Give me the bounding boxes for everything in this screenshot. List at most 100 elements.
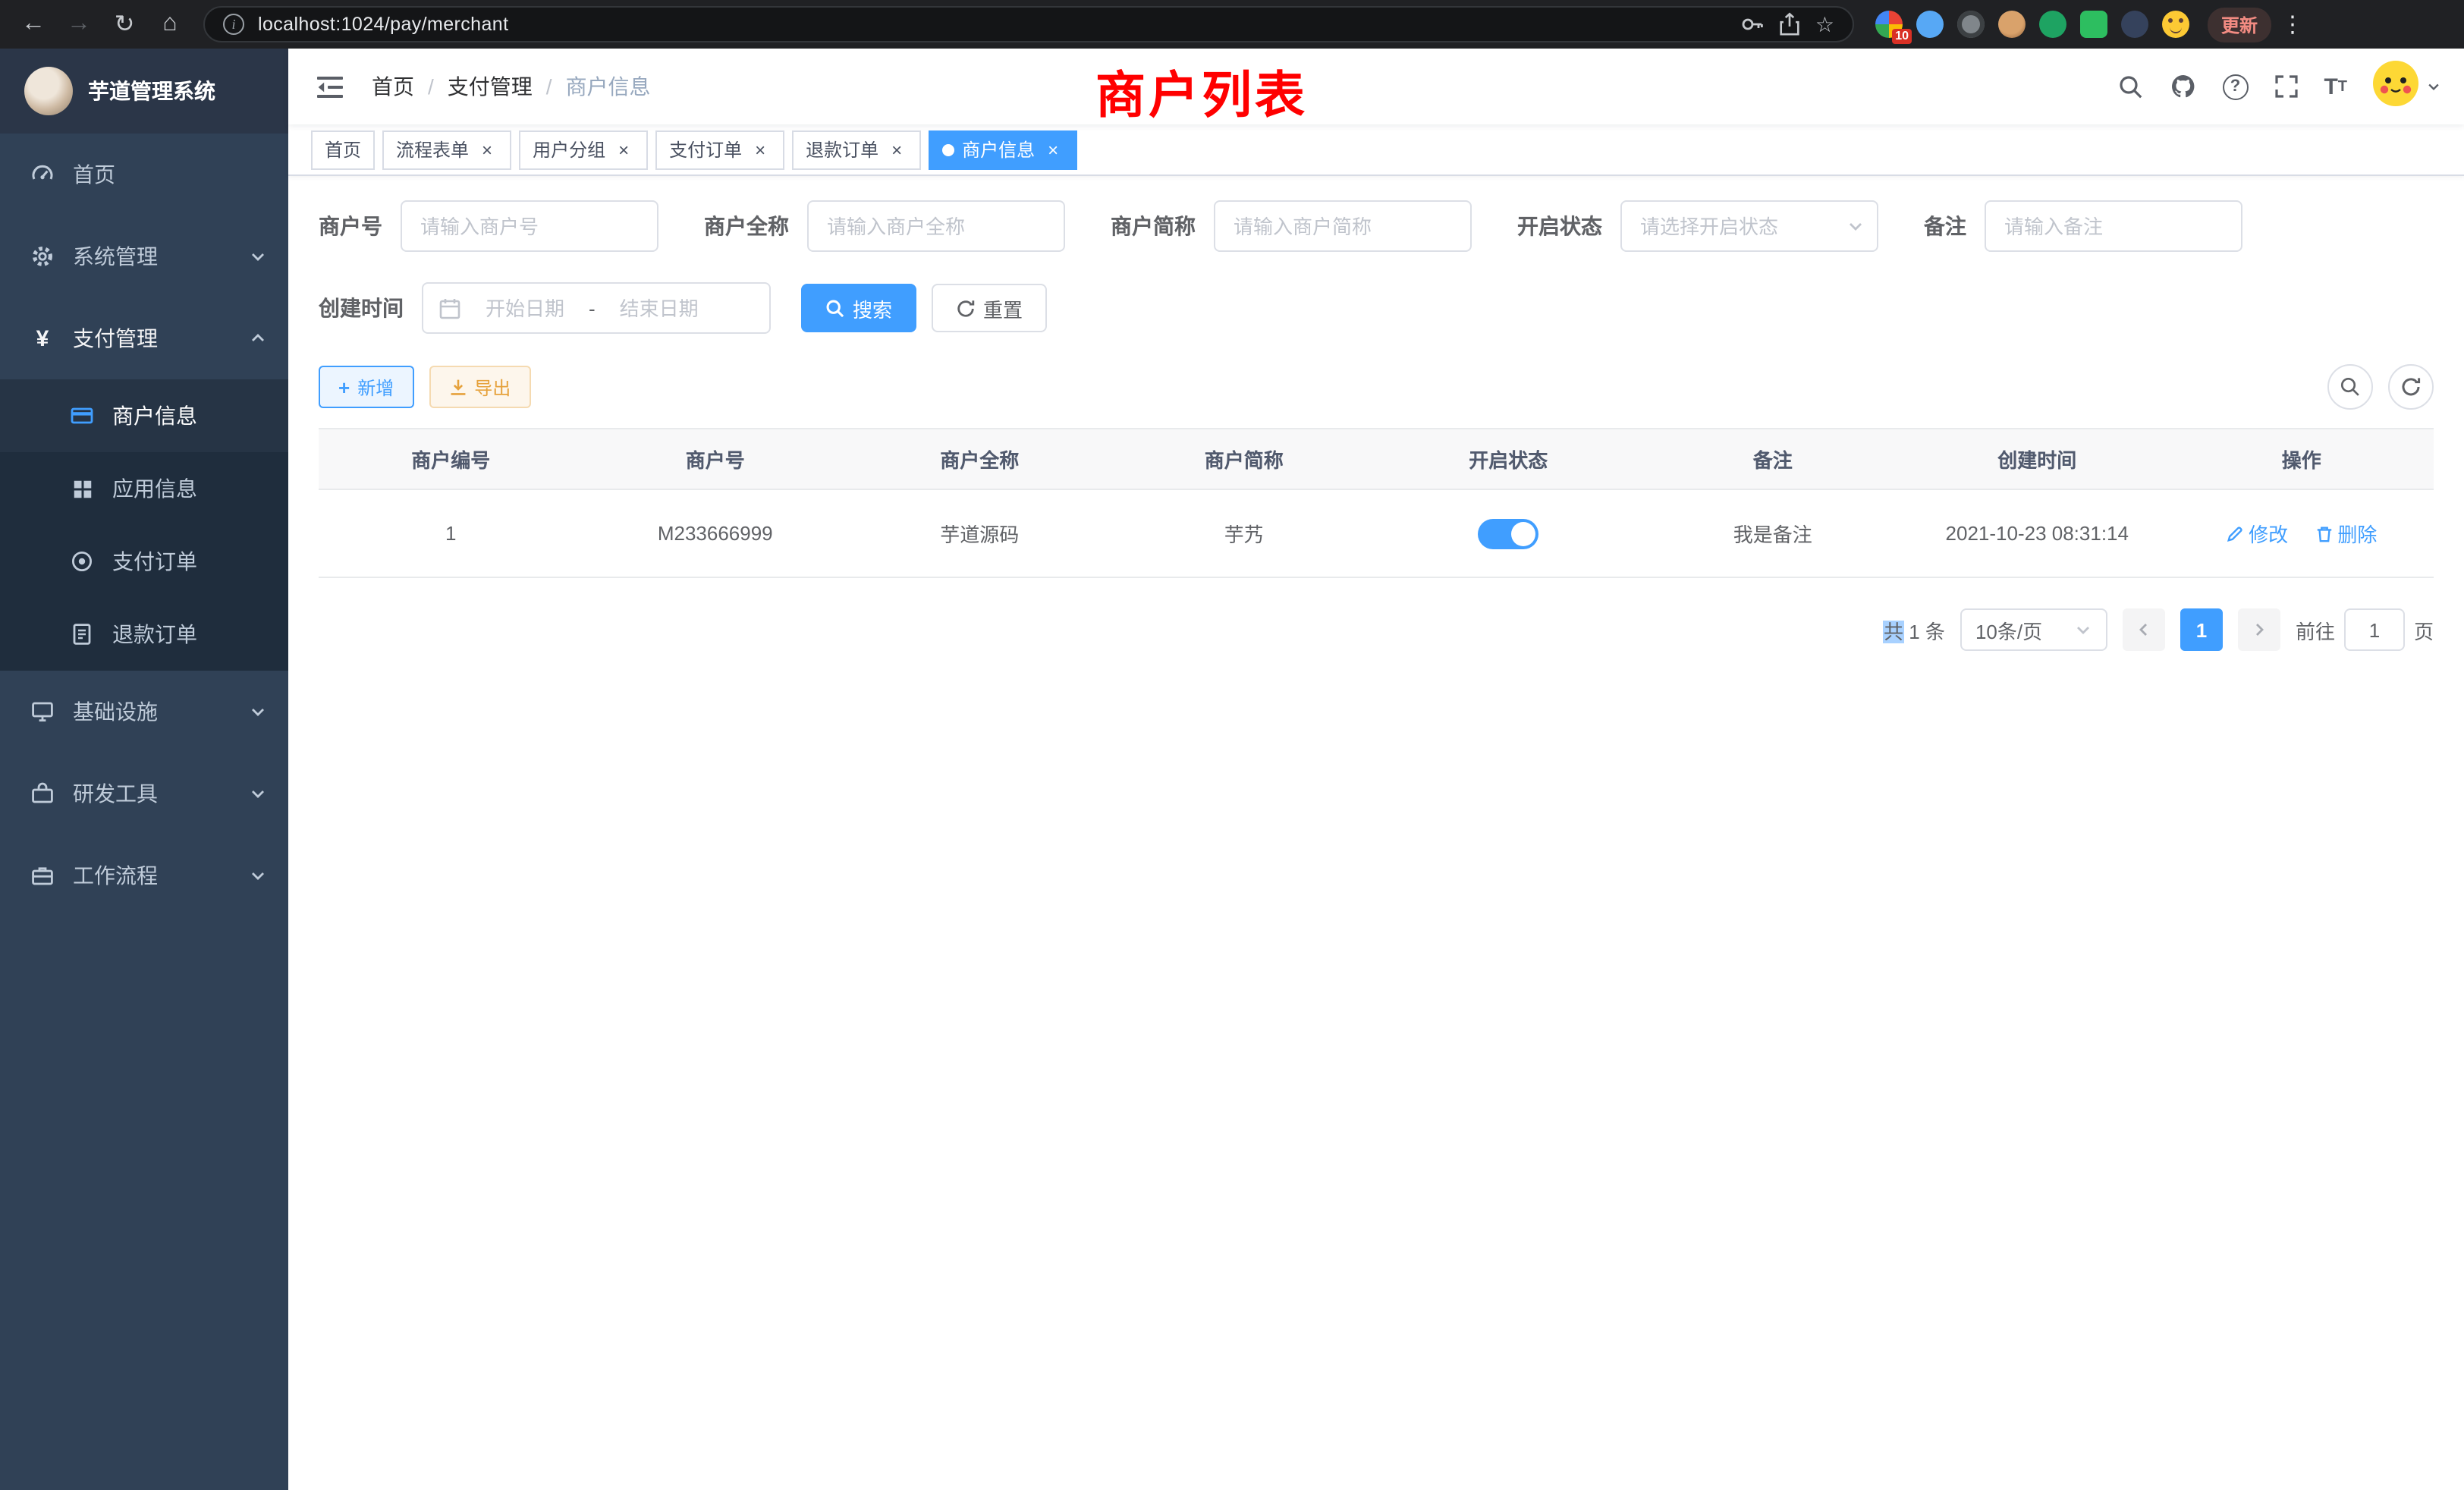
goto-page-suffix: 页 [2414, 615, 2434, 644]
remark-input[interactable] [1985, 200, 2242, 252]
extension-badge-icon[interactable]: 10 [1875, 11, 1903, 38]
sidebar-subitem-label: 应用信息 [112, 473, 197, 504]
sidebar-item-home[interactable]: 首页 [0, 134, 288, 215]
status-select[interactable] [1620, 200, 1878, 252]
close-icon[interactable]: × [476, 139, 498, 160]
next-page-button[interactable] [2238, 608, 2280, 651]
status-toggle[interactable] [1478, 518, 1538, 549]
sidebar-item-dev-tools[interactable]: 研发工具 [0, 753, 288, 835]
sidebar-subitem-app-info[interactable]: 应用信息 [0, 452, 288, 525]
url-text[interactable]: localhost:1024/pay/merchant [258, 14, 508, 35]
bookmark-star-icon[interactable]: ☆ [1815, 11, 1834, 37]
password-key-icon[interactable] [1741, 12, 1765, 36]
user-menu[interactable] [2373, 60, 2441, 113]
merchant-table: 商户编号 商户号 商户全称 商户简称 开启状态 备注 创建时间 操作 1 [319, 428, 2434, 578]
tab-home[interactable]: 首页 [311, 130, 375, 169]
date-range-picker[interactable]: - [422, 282, 771, 334]
sidebar-item-label: 工作流程 [73, 860, 158, 891]
merchant-shortname-input[interactable] [1214, 200, 1472, 252]
end-date-input[interactable] [605, 297, 714, 319]
sidebar-fold-icon[interactable] [311, 69, 350, 104]
browser-home-button[interactable]: ⌂ [149, 3, 191, 46]
header-search-icon[interactable] [2117, 74, 2143, 99]
page-1-button[interactable]: 1 [2180, 608, 2223, 651]
sidebar-item-workflow[interactable]: 工作流程 [0, 835, 288, 916]
add-button[interactable]: + 新增 [319, 366, 413, 408]
sidebar-subitem-merchant-info[interactable]: 商户信息 [0, 379, 288, 452]
export-button-label: 导出 [474, 374, 511, 400]
edit-link[interactable]: 修改 [2226, 519, 2288, 548]
export-button[interactable]: 导出 [429, 366, 530, 408]
annotation-merchant-list: 商户列表 [1095, 55, 1308, 127]
close-icon[interactable]: × [613, 139, 634, 160]
chevron-up-icon [249, 329, 267, 347]
cell-shortname: 芋艿 [1112, 489, 1377, 577]
reset-button[interactable]: 重置 [932, 284, 1047, 332]
extension-disc-icon[interactable] [1957, 11, 1985, 38]
merchant-no-input[interactable] [401, 200, 658, 252]
search-button[interactable]: 搜索 [801, 284, 916, 332]
tab-process-form[interactable]: 流程表单 × [382, 130, 511, 169]
tab-merchant-info[interactable]: 商户信息 × [929, 130, 1077, 169]
fullscreen-icon[interactable] [2274, 74, 2298, 99]
extension-smiley-icon[interactable] [2162, 11, 2189, 38]
column-header-create-time: 创建时间 [1905, 429, 2170, 489]
browser-menu-button[interactable]: ⋮ [2277, 11, 2308, 38]
plus-icon: + [338, 376, 350, 398]
tab-refund-order[interactable]: 退款订单 × [792, 130, 921, 169]
column-header-actions: 操作 [2170, 429, 2434, 489]
help-icon[interactable]: ? [2222, 74, 2248, 99]
tags-view: 首页 流程表单 × 用户分组 × 支付订单 × 退款订单 × [288, 124, 2464, 176]
chevron-down-icon [249, 247, 267, 266]
close-icon[interactable]: × [750, 139, 771, 160]
browser-back-button[interactable]: ← [12, 3, 55, 46]
top-navbar: 首页 / 支付管理 / 商户信息 ? [288, 49, 2464, 124]
chevron-down-icon [249, 866, 267, 885]
breadcrumb-current: 商户信息 [566, 71, 651, 102]
font-size-icon[interactable]: TT [2324, 74, 2347, 99]
table-toolbar: + 新增 导出 [319, 364, 2434, 410]
edit-link-label: 修改 [2249, 519, 2288, 548]
close-icon[interactable]: × [1042, 139, 1064, 160]
breadcrumb-home[interactable]: 首页 [372, 71, 414, 102]
page-size-select[interactable]: 10条/页 [1960, 608, 2107, 651]
github-icon[interactable] [2169, 73, 2196, 100]
browser-forward-button[interactable]: → [58, 3, 100, 46]
show-search-button[interactable] [2327, 364, 2373, 410]
browser-reload-button[interactable]: ↻ [103, 3, 146, 46]
extension-note-icon[interactable] [2080, 11, 2107, 38]
add-button-label: 新增 [357, 374, 394, 400]
sidebar-subitem-pay-order[interactable]: 支付订单 [0, 525, 288, 598]
sidebar-item-system[interactable]: 系统管理 [0, 215, 288, 297]
sidebar-logo[interactable]: 芋道管理系统 [0, 49, 288, 134]
merchant-fullname-input[interactable] [807, 200, 1065, 252]
breadcrumb-payment[interactable]: 支付管理 [448, 71, 533, 102]
user-avatar [2373, 60, 2418, 113]
breadcrumb-separator: / [428, 74, 434, 99]
browser-update-button[interactable]: 更新 [2208, 7, 2271, 42]
create-time-label: 创建时间 [319, 293, 404, 323]
sidebar-item-payment[interactable]: ¥ 支付管理 [0, 297, 288, 379]
extension-dark-icon[interactable] [2121, 11, 2148, 38]
sidebar-item-infrastructure[interactable]: 基础设施 [0, 671, 288, 753]
sidebar-subitem-refund-order[interactable]: 退款订单 [0, 598, 288, 671]
share-icon[interactable] [1779, 12, 1802, 36]
site-info-icon[interactable]: i [223, 14, 244, 35]
start-date-input[interactable] [470, 297, 580, 319]
refresh-button[interactable] [2388, 364, 2434, 410]
close-icon[interactable]: × [886, 139, 907, 160]
extension-avatar-icon[interactable] [1998, 11, 2026, 38]
prev-page-button[interactable] [2123, 608, 2165, 651]
goto-label: 前往 [2296, 615, 2335, 644]
extension-green-circle-icon[interactable] [2039, 11, 2066, 38]
address-bar[interactable]: i localhost:1024/pay/merchant ☆ [203, 6, 1854, 42]
goto-page-input[interactable] [2344, 608, 2405, 651]
sidebar: 芋道管理系统 首页 系统管理 ¥ 支付管理 [0, 49, 288, 1490]
chevron-down-icon [249, 703, 267, 721]
delete-link[interactable]: 删除 [2315, 519, 2377, 548]
tab-pay-order[interactable]: 支付订单 × [655, 130, 784, 169]
page-content: 商户号 商户全称 商户简称 开启状态 [288, 176, 2464, 1490]
tab-user-group[interactable]: 用户分组 × [519, 130, 648, 169]
extension-drop-icon[interactable] [1916, 11, 1944, 38]
sidebar-subitem-label: 退款订单 [112, 619, 197, 649]
